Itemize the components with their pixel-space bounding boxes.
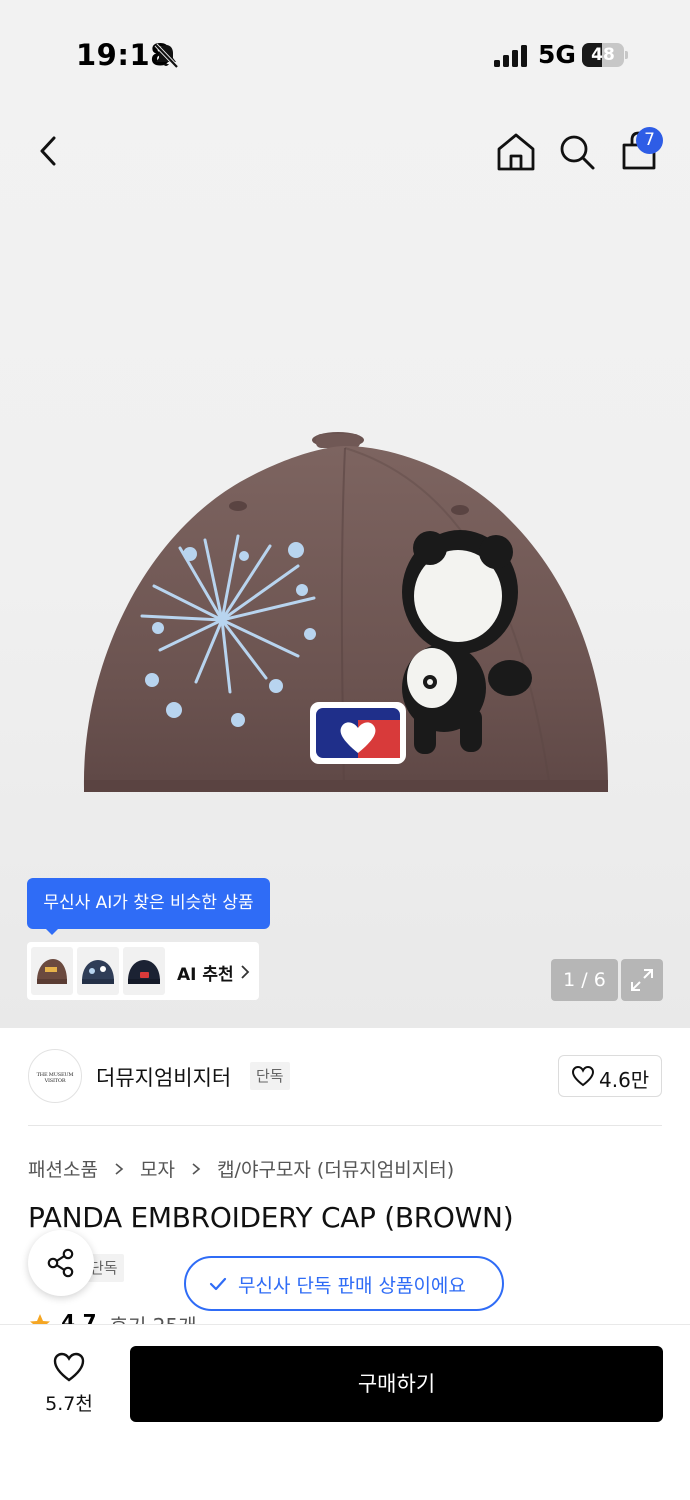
brand-like-button[interactable]: 4.6만 xyxy=(558,1055,662,1097)
exclusive-notice-text: 무신사 단독 판매 상품이에요 xyxy=(238,1275,466,1297)
section-divider xyxy=(28,1125,662,1126)
breadcrumb-item-fashion[interactable]: 패션소품 xyxy=(28,1155,98,1182)
ai-recommend-button[interactable]: AI 추천 xyxy=(27,942,259,1000)
ai-recommend-tooltip[interactable]: 무신사 AI가 찾은 비슷한 상품 xyxy=(27,878,270,929)
network-label: 5G xyxy=(538,40,576,69)
battery-icon: 48 xyxy=(582,43,628,67)
status-bar: 19:18 5G 48 xyxy=(0,0,690,110)
wishlist-button[interactable]: 5.7천 xyxy=(30,1349,108,1419)
search-icon[interactable] xyxy=(556,128,598,174)
exclusive-notice-pill[interactable]: 무신사 단독 판매 상품이에요 xyxy=(184,1256,504,1311)
image-counter: 1 / 6 xyxy=(551,959,618,1001)
buy-button[interactable]: 구매하기 xyxy=(130,1346,663,1422)
chevron-right-icon xyxy=(192,1162,201,1175)
product-gallery[interactable]: 19:18 5G 48 7 무신사 AI가 찾은 비슷한 상품 AI 추천 1 … xyxy=(0,0,690,1028)
home-icon[interactable] xyxy=(494,128,538,174)
recommend-thumbnail-3[interactable] xyxy=(123,947,165,995)
share-icon xyxy=(47,1248,74,1278)
product-title: PANDA EMBROIDERY CAP (BROWN) xyxy=(28,1201,514,1234)
bottom-action-bar: 5.7천 구매하기 xyxy=(0,1324,690,1500)
check-icon xyxy=(209,1277,227,1291)
breadcrumb-item-hat[interactable]: 모자 xyxy=(140,1155,175,1182)
back-button[interactable] xyxy=(28,128,70,174)
brand-like-count: 4.6만 xyxy=(599,1068,650,1092)
chevron-right-icon xyxy=(115,1162,124,1175)
brand-name[interactable]: 더뮤지엄비지터 xyxy=(96,1062,231,1092)
recommend-thumbnail-1[interactable] xyxy=(31,947,73,995)
product-photo[interactable] xyxy=(70,420,620,800)
recommend-thumbnail-2[interactable] xyxy=(77,947,119,995)
chevron-right-icon xyxy=(241,965,250,979)
breadcrumb: 패션소품 모자 캡/야구모자 (더뮤지엄비지터) xyxy=(28,1155,454,1183)
expand-icon[interactable] xyxy=(621,959,663,1001)
wishlist-count: 5.7천 xyxy=(45,1393,93,1415)
tooltip-arrow xyxy=(44,927,60,935)
brand-logo[interactable]: THE MUSEUM VISITOR xyxy=(28,1049,82,1103)
brand-logo-text: THE MUSEUM VISITOR xyxy=(36,1072,74,1084)
brand-exclusive-badge: 단독 xyxy=(250,1062,290,1090)
share-button[interactable] xyxy=(28,1230,94,1296)
heart-icon xyxy=(53,1352,85,1382)
signal-icon xyxy=(494,45,527,67)
heart-icon xyxy=(571,1065,595,1087)
ai-recommend-label: AI 추천 xyxy=(177,965,234,985)
cart-badge: 7 xyxy=(636,127,663,154)
bell-muted-icon xyxy=(154,43,179,69)
battery-level: 48 xyxy=(591,45,615,65)
breadcrumb-item-cap[interactable]: 캡/야구모자 (더뮤지엄비지터) xyxy=(217,1155,454,1182)
